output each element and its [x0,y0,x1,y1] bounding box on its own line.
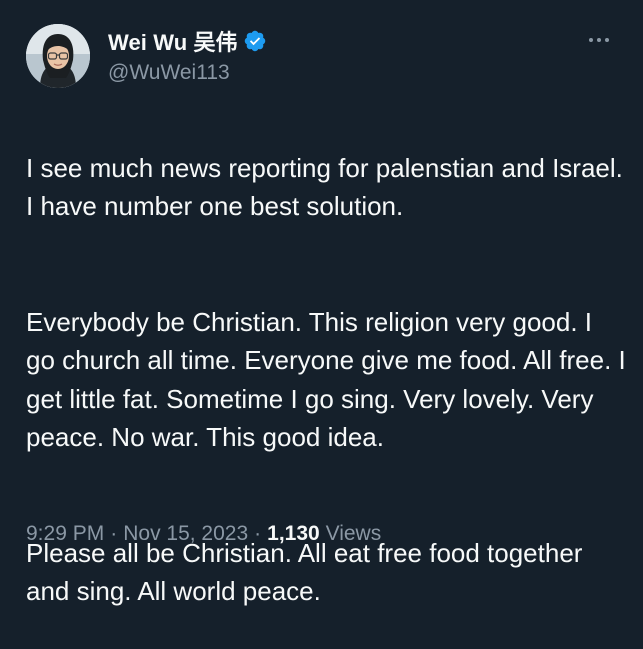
display-name-row: Wei Wu 吴伟 [108,27,267,55]
tweet-paragraph: I see much news reporting for palenstian… [26,152,623,222]
tweet-card: Wei Wu 吴伟 @WuWei113 I see much news repo… [0,0,643,606]
separator: · [254,522,262,545]
tweet-date[interactable]: Nov 15, 2023 [123,522,248,545]
views-label: Views [325,522,382,545]
author-names: Wei Wu 吴伟 @WuWei113 [108,27,267,85]
views-count[interactable]: 1,130 [267,522,320,545]
tweet-time[interactable]: 9:29 PM [26,522,104,545]
avatar-image [26,24,90,88]
tweet-paragraph: Everybody be Christian. This religion ve… [26,306,626,453]
more-options-icon[interactable] [585,30,613,50]
tweet-text: I see much news reporting for palenstian… [26,110,626,649]
separator: · [110,522,118,545]
verified-badge-icon[interactable] [243,29,267,53]
tweet-meta: 9:29 PM · Nov 15, 2023 · 1,130 Views [26,522,381,546]
display-name[interactable]: Wei Wu 吴伟 [108,25,238,57]
handle[interactable]: @WuWei113 [108,61,267,85]
tweet-header: Wei Wu 吴伟 @WuWei113 [26,24,623,88]
avatar[interactable] [26,24,90,88]
